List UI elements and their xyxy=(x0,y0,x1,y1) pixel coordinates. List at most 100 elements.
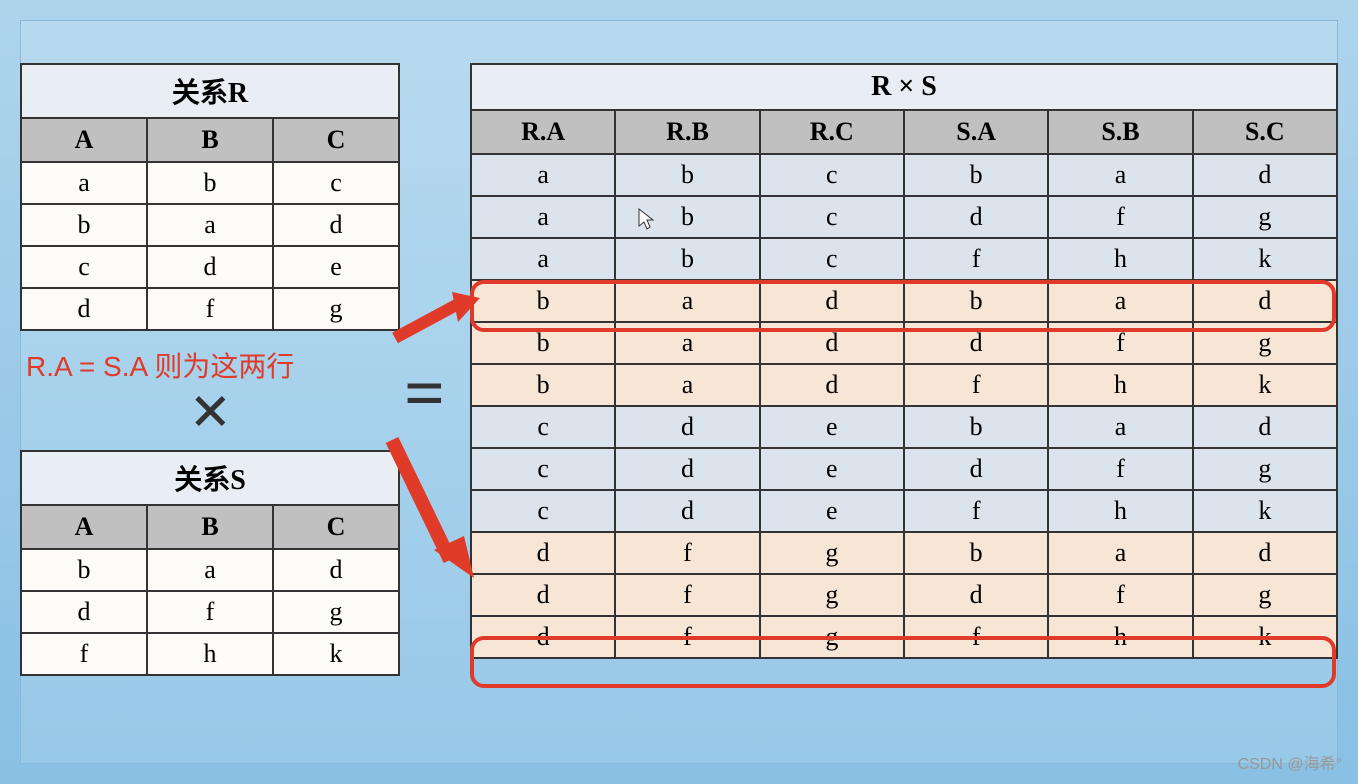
rs-title: R × S xyxy=(470,63,1338,109)
table-cell: b xyxy=(904,280,1048,322)
table-cell: d xyxy=(615,406,759,448)
table-cell: c xyxy=(471,490,615,532)
table-row: dfg xyxy=(21,591,399,633)
table-cell: d xyxy=(615,490,759,532)
table-cell: d xyxy=(904,322,1048,364)
table-cell: k xyxy=(1193,490,1337,532)
table-cell: c xyxy=(273,162,399,204)
table-cell: d xyxy=(760,280,904,322)
table-cell: f xyxy=(904,616,1048,658)
rs-header-rb: R.B xyxy=(615,110,759,154)
table-cell: f xyxy=(1048,322,1192,364)
table-cell: d xyxy=(1193,532,1337,574)
cartesian-product-table: R × S R.A R.B R.C S.A S.B S.C abcbadabcd… xyxy=(470,63,1338,659)
table-cell: a xyxy=(615,322,759,364)
r-header-b: B xyxy=(147,118,273,162)
table-cell: d xyxy=(471,616,615,658)
table-cell: g xyxy=(273,591,399,633)
annotation-text: R.A = S.A 则为这两行 xyxy=(26,345,294,385)
table-row: abcdfg xyxy=(471,196,1337,238)
table-cell: b xyxy=(21,549,147,591)
table-cell: f xyxy=(147,591,273,633)
table-cell: e xyxy=(273,246,399,288)
table-cell: h xyxy=(1048,490,1192,532)
table-cell: d xyxy=(21,591,147,633)
table-row: bad xyxy=(21,204,399,246)
table-cell: e xyxy=(760,448,904,490)
table-cell: c xyxy=(760,196,904,238)
table-cell: k xyxy=(273,633,399,675)
table-cell: d xyxy=(904,448,1048,490)
multiply-operator: × xyxy=(190,370,231,453)
table-cell: a xyxy=(615,280,759,322)
table-cell: d xyxy=(471,574,615,616)
equals-operator: = xyxy=(404,352,445,435)
table-cell: h xyxy=(147,633,273,675)
table-cell: b xyxy=(471,322,615,364)
rs-header-sa: S.A xyxy=(904,110,1048,154)
table-cell: b xyxy=(904,532,1048,574)
table-cell: d xyxy=(904,574,1048,616)
table-cell: a xyxy=(471,196,615,238)
table-cell: d xyxy=(760,364,904,406)
rs-header-sc: S.C xyxy=(1193,110,1337,154)
table-cell: d xyxy=(760,322,904,364)
relation-s-title: 关系S xyxy=(20,450,400,504)
table-row: cdebad xyxy=(471,406,1337,448)
table-cell: a xyxy=(21,162,147,204)
table-row: badbad xyxy=(471,280,1337,322)
arrow-bottom-icon xyxy=(380,430,480,590)
table-cell: g xyxy=(1193,196,1337,238)
table-cell: d xyxy=(21,288,147,330)
table-cell: f xyxy=(615,532,759,574)
table-cell: f xyxy=(904,238,1048,280)
table-cell: d xyxy=(273,204,399,246)
table-cell: a xyxy=(471,154,615,196)
table-cell: b xyxy=(615,196,759,238)
table-row: cde xyxy=(21,246,399,288)
table-cell: a xyxy=(147,204,273,246)
table-row: dfgdfg xyxy=(471,574,1337,616)
table-cell: c xyxy=(760,238,904,280)
table-row: bad xyxy=(21,549,399,591)
table-row: baddfg xyxy=(471,322,1337,364)
table-cell: b xyxy=(471,280,615,322)
table-cell: c xyxy=(471,406,615,448)
table-cell: g xyxy=(760,574,904,616)
table-cell: b xyxy=(615,154,759,196)
rs-header-sb: S.B xyxy=(1048,110,1192,154)
table-cell: f xyxy=(21,633,147,675)
s-header-a: A xyxy=(21,505,147,549)
table-cell: d xyxy=(615,448,759,490)
table-cell: b xyxy=(471,364,615,406)
table-cell: c xyxy=(21,246,147,288)
table-cell: f xyxy=(1048,196,1192,238)
table-row: dfgbad xyxy=(471,532,1337,574)
arrow-top-icon xyxy=(390,288,480,348)
table-cell: d xyxy=(904,196,1048,238)
table-cell: c xyxy=(471,448,615,490)
table-cell: b xyxy=(21,204,147,246)
table-row: dfg xyxy=(21,288,399,330)
table-cell: g xyxy=(1193,322,1337,364)
table-cell: a xyxy=(1048,280,1192,322)
table-cell: a xyxy=(615,364,759,406)
table-cell: c xyxy=(760,154,904,196)
table-cell: d xyxy=(1193,406,1337,448)
table-cell: g xyxy=(760,616,904,658)
table-cell: f xyxy=(615,574,759,616)
watermark-text: CSDN @海希° xyxy=(1238,750,1342,774)
table-cell: d xyxy=(1193,280,1337,322)
table-cell: k xyxy=(1193,238,1337,280)
relation-r-table: 关系R A B C abcbadcdedfg xyxy=(20,63,400,331)
table-cell: f xyxy=(615,616,759,658)
table-cell: g xyxy=(273,288,399,330)
table-cell: a xyxy=(471,238,615,280)
table-row: abcfhk xyxy=(471,238,1337,280)
table-cell: e xyxy=(760,490,904,532)
table-cell: h xyxy=(1048,616,1192,658)
table-cell: f xyxy=(1048,574,1192,616)
r-header-c: C xyxy=(273,118,399,162)
table-cell: b xyxy=(615,238,759,280)
table-row: abcbad xyxy=(471,154,1337,196)
